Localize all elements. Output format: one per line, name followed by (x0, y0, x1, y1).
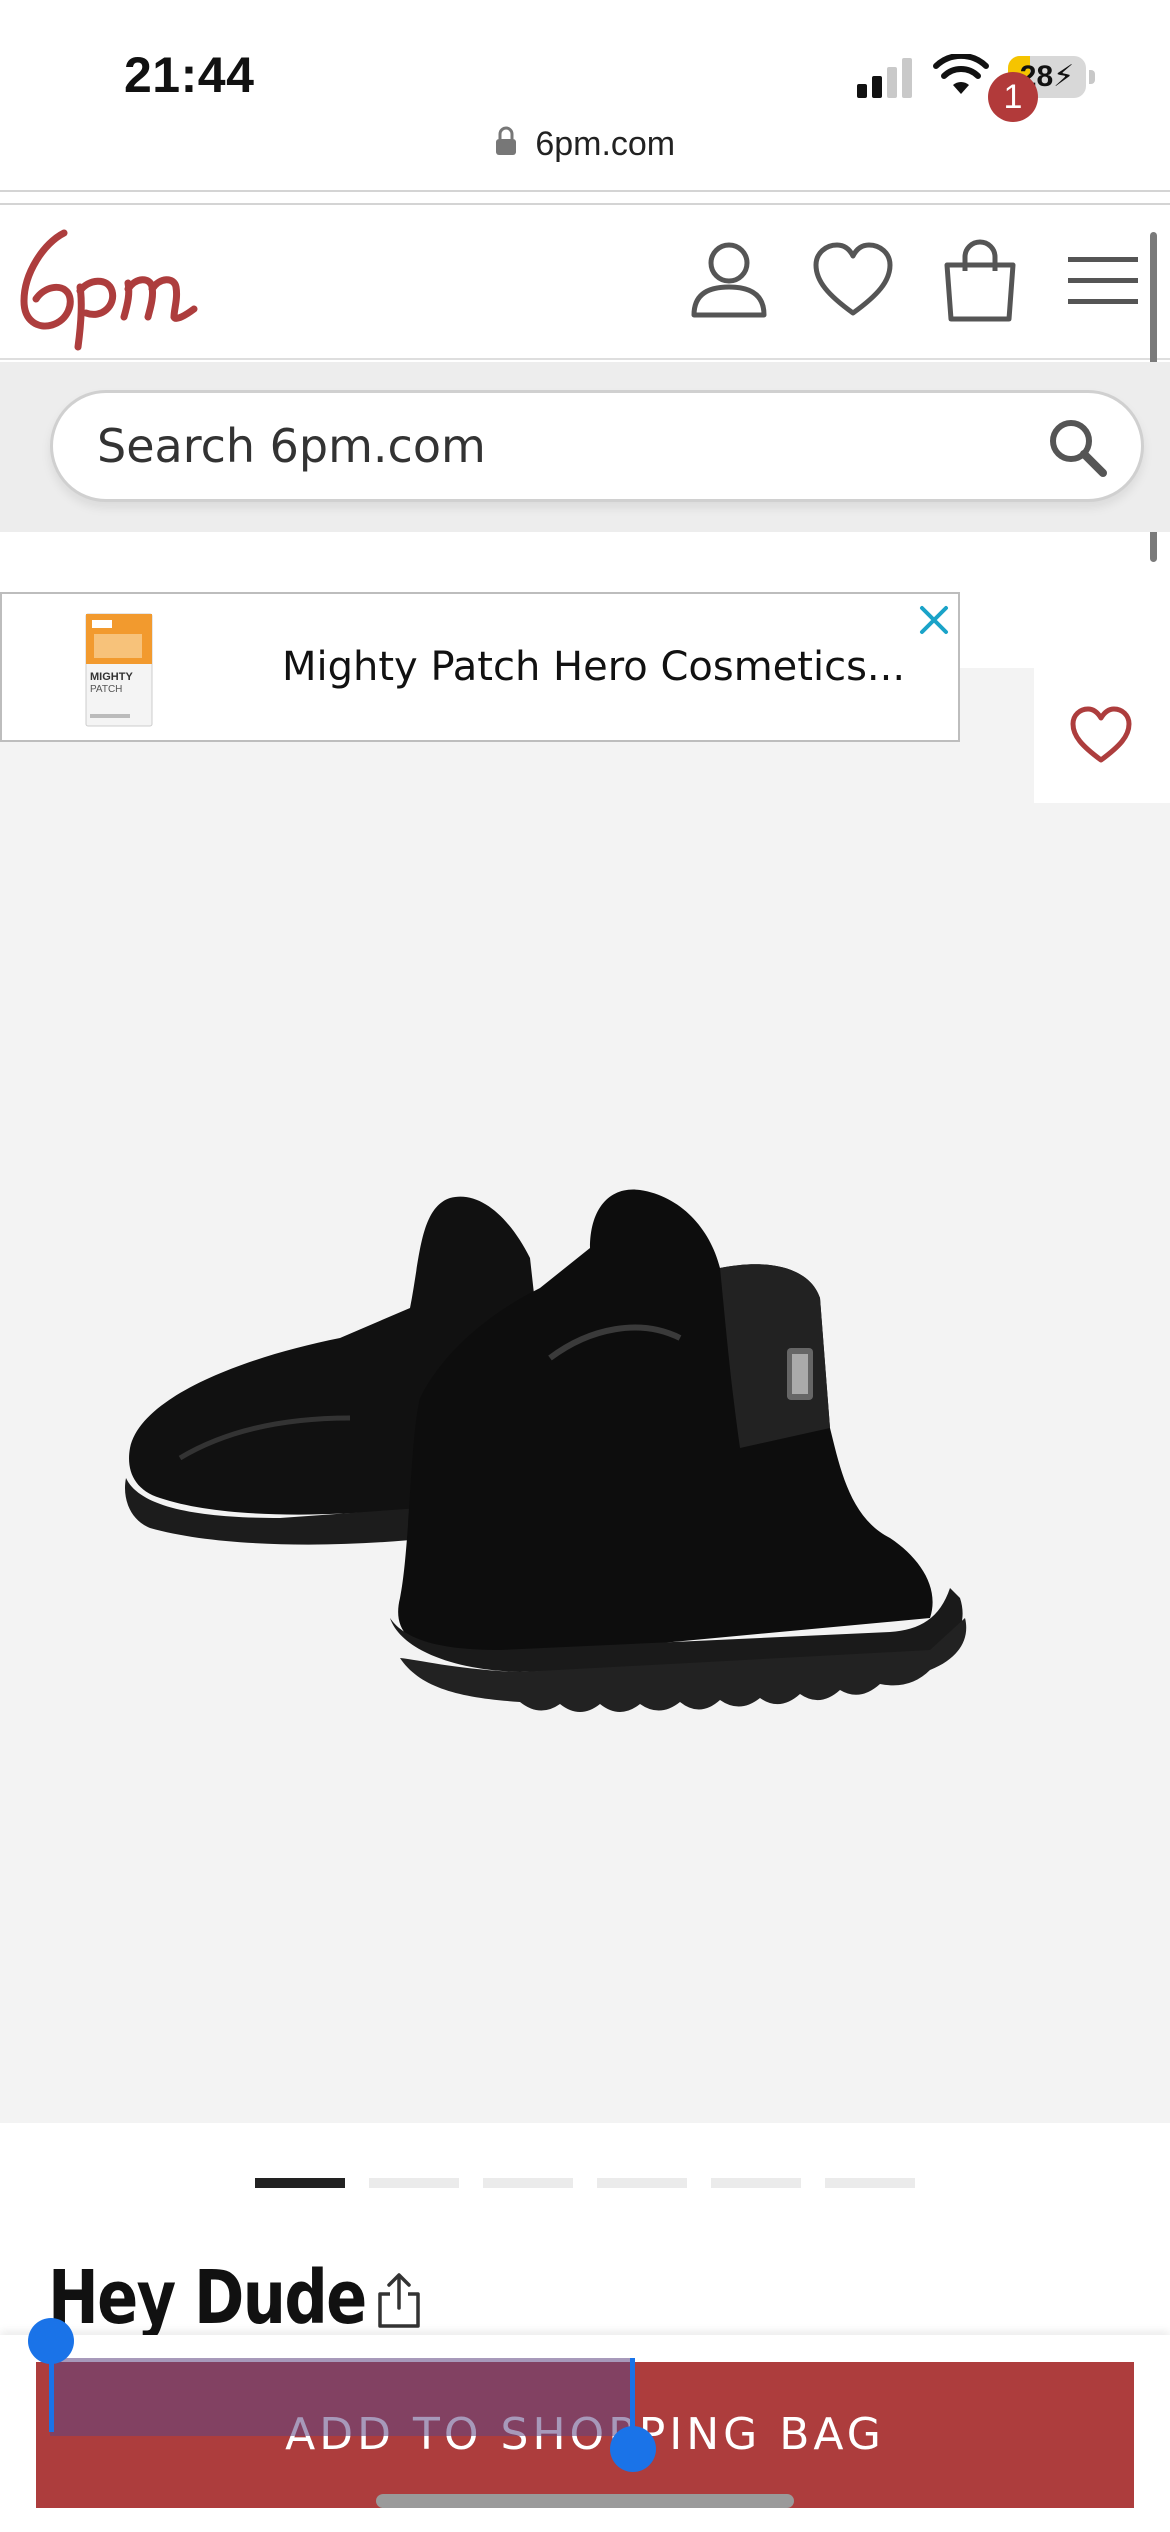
carousel-dot[interactable] (369, 2178, 459, 2188)
ad-banner[interactable]: MIGHTY PATCH Mighty Patch Hero Cosmetics… (0, 592, 960, 742)
logo-6pm[interactable] (16, 225, 231, 355)
selection-handle-start[interactable] (28, 2318, 74, 2364)
search-band (0, 362, 1170, 532)
carousel-dot[interactable] (711, 2178, 801, 2188)
shopping-bag-icon[interactable] (935, 235, 1025, 325)
product-image[interactable] (120, 1098, 1050, 1718)
ad-text[interactable]: Mighty Patch Hero Cosmetics... (282, 644, 905, 690)
cart-count-badge: 1 (988, 72, 1038, 122)
hamburger-menu-icon[interactable] (1060, 235, 1150, 325)
close-icon[interactable] (914, 600, 954, 640)
share-icon[interactable] (372, 2270, 426, 2330)
svg-text:PATCH: PATCH (90, 684, 122, 695)
carousel-dot[interactable] (255, 2178, 345, 2188)
wifi-icon (933, 54, 989, 94)
account-icon[interactable] (684, 235, 774, 325)
carousel-dot[interactable] (825, 2178, 915, 2188)
product-brand[interactable]: Hey Dude (48, 2255, 367, 2341)
browser-url-bar[interactable]: 6pm.com (0, 125, 1170, 193)
carousel-dot[interactable] (483, 2178, 573, 2188)
search-box[interactable] (50, 390, 1144, 502)
svg-text:MIGHTY: MIGHTY (90, 671, 133, 683)
battery-tip (1089, 70, 1095, 84)
lock-icon (495, 126, 516, 155)
home-indicator[interactable] (376, 2494, 794, 2508)
signal-icon (857, 58, 912, 98)
search-icon[interactable] (1043, 413, 1113, 483)
search-input[interactable] (97, 393, 997, 499)
site-header (0, 205, 1170, 360)
selection-handle-end[interactable] (610, 2426, 656, 2472)
heart-icon (1070, 706, 1132, 763)
wishlist-button[interactable] (1034, 668, 1170, 803)
divider (0, 190, 1170, 192)
url-text[interactable]: 6pm.com (535, 125, 675, 164)
carousel-dot[interactable] (597, 2178, 687, 2188)
product-image-gallery[interactable] (0, 668, 1170, 2123)
text-selection-highlight (50, 2358, 632, 2436)
heart-icon[interactable] (808, 235, 898, 325)
status-time: 21:44 (124, 47, 255, 103)
ad-thumbnail: MIGHTY PATCH (85, 613, 153, 727)
